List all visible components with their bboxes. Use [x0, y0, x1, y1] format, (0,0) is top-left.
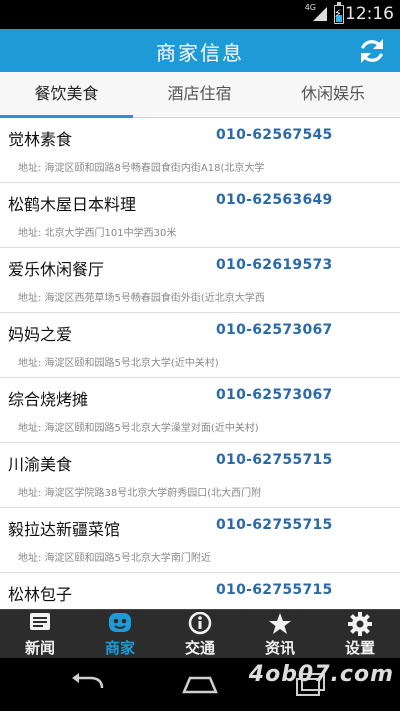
- nav-traffic[interactable]: 交通: [160, 610, 240, 659]
- tab-hotel[interactable]: 酒店住宿: [133, 72, 266, 118]
- merchant-address: 地址: 北京大学西门101中学西30米: [18, 228, 177, 239]
- watermark: 4ob07.com: [248, 662, 394, 687]
- merchant-name: 觉林素食: [8, 130, 73, 149]
- system-nav-bar: 4ob07.com: [0, 658, 400, 711]
- merchant-name: 松鹤木屋日本料理: [8, 195, 137, 214]
- list-item[interactable]: 松林包子 010-62755715: [0, 573, 400, 609]
- merchant-address: 地址: 海淀区颐和园路8号畅春园食街内街A18(北京大学: [18, 163, 265, 174]
- phone-link[interactable]: 010-62619573: [216, 257, 333, 273]
- tab-label: 餐饮美食: [34, 84, 99, 103]
- merchant-address: 地址: 海淀区颐和园路5号北京大学南门附近: [18, 553, 211, 564]
- merchant-address: 地址: 海淀区学院路38号北京大学蔚秀园口(北大西门附: [18, 488, 262, 499]
- battery-charging-icon: ⚡: [334, 2, 344, 24]
- tab-leisure[interactable]: 休闲娱乐: [266, 72, 400, 118]
- merchant-name: 毅拉达新疆菜馆: [8, 520, 121, 539]
- merchant-address: 地址: 海淀区西苑草场5号畅春园食街外街(近北京大学西: [18, 293, 265, 304]
- merchant-address: 地址: 海淀区颐和园路5号北京大学澡堂对面(近中关村): [18, 423, 259, 434]
- list-item[interactable]: 妈妈之爱 010-62573067 地址: 海淀区颐和园路5号北京大学(近中关村…: [0, 313, 400, 378]
- merchant-name: 松林包子: [8, 585, 73, 604]
- merchant-list[interactable]: 觉林素食 010-62567545 地址: 海淀区颐和园路8号畅春园食街内街A1…: [0, 118, 400, 609]
- phone-link[interactable]: 010-62755715: [216, 452, 333, 468]
- merchant-name: 综合烧烤摊: [8, 390, 89, 409]
- nav-settings[interactable]: 设置: [320, 610, 400, 659]
- nav-news[interactable]: 新闻: [0, 610, 80, 659]
- tab-label: 休闲娱乐: [300, 84, 365, 103]
- signal-icon: [313, 7, 327, 21]
- merchant-address: 地址: 海淀区颐和园路5号北京大学(近中关村): [18, 358, 219, 369]
- phone-link[interactable]: 010-62755715: [216, 517, 333, 533]
- gear-icon: [348, 612, 372, 636]
- phone-link[interactable]: 010-62755715: [216, 582, 333, 598]
- phone-link[interactable]: 010-62567545: [216, 127, 333, 143]
- nav-label: 新闻: [24, 639, 55, 657]
- bottom-nav: 新闻 商家 交通 资讯 设置: [0, 609, 400, 658]
- page-title: 商家信息: [156, 41, 244, 65]
- nav-label: 交通: [184, 639, 215, 657]
- list-item[interactable]: 爱乐休闲餐厅 010-62619573 地址: 海淀区西苑草场5号畅春园食街外街…: [0, 248, 400, 313]
- list-item[interactable]: 觉林素食 010-62567545 地址: 海淀区颐和园路8号畅春园食街内街A1…: [0, 118, 400, 183]
- list-item[interactable]: 川渝美食 010-62755715 地址: 海淀区学院路38号北京大学蔚秀园口(…: [0, 443, 400, 508]
- phone-link[interactable]: 010-62563649: [216, 192, 333, 208]
- home-icon[interactable]: [180, 672, 220, 696]
- merchant-name: 爱乐休闲餐厅: [8, 260, 105, 279]
- merchant-face-icon: [109, 613, 131, 632]
- list-item[interactable]: 毅拉达新疆菜馆 010-62755715 地址: 海淀区颐和园路5号北京大学南门…: [0, 508, 400, 573]
- clock: 12:16: [345, 4, 394, 24]
- back-icon[interactable]: [68, 672, 108, 696]
- info-icon: [188, 612, 212, 635]
- merchant-name: 川渝美食: [8, 455, 73, 474]
- news-icon: [30, 613, 50, 630]
- status-bar: 4G ⚡ 12:16: [0, 0, 400, 29]
- nav-label: 设置: [344, 639, 375, 657]
- phone-link[interactable]: 010-62573067: [216, 322, 333, 338]
- nav-merchant[interactable]: 商家: [80, 610, 160, 659]
- list-item[interactable]: 松鹤木屋日本料理 010-62563649 地址: 北京大学西门101中学西30…: [0, 183, 400, 248]
- app-header: 商家信息: [0, 29, 400, 72]
- star-icon: [269, 613, 291, 634]
- tab-food[interactable]: 餐饮美食: [0, 72, 133, 119]
- list-item[interactable]: 综合烧烤摊 010-62573067 地址: 海淀区颐和园路5号北京大学澡堂对面…: [0, 378, 400, 443]
- nav-info[interactable]: 资讯: [240, 610, 320, 659]
- merchant-name: 妈妈之爱: [8, 325, 73, 344]
- nav-label: 资讯: [264, 639, 295, 657]
- refresh-icon[interactable]: [356, 35, 388, 67]
- tab-label: 酒店住宿: [167, 84, 232, 103]
- category-tabs: 餐饮美食 酒店住宿 休闲娱乐: [0, 72, 400, 119]
- phone-link[interactable]: 010-62573067: [216, 387, 333, 403]
- nav-label: 商家: [104, 639, 135, 657]
